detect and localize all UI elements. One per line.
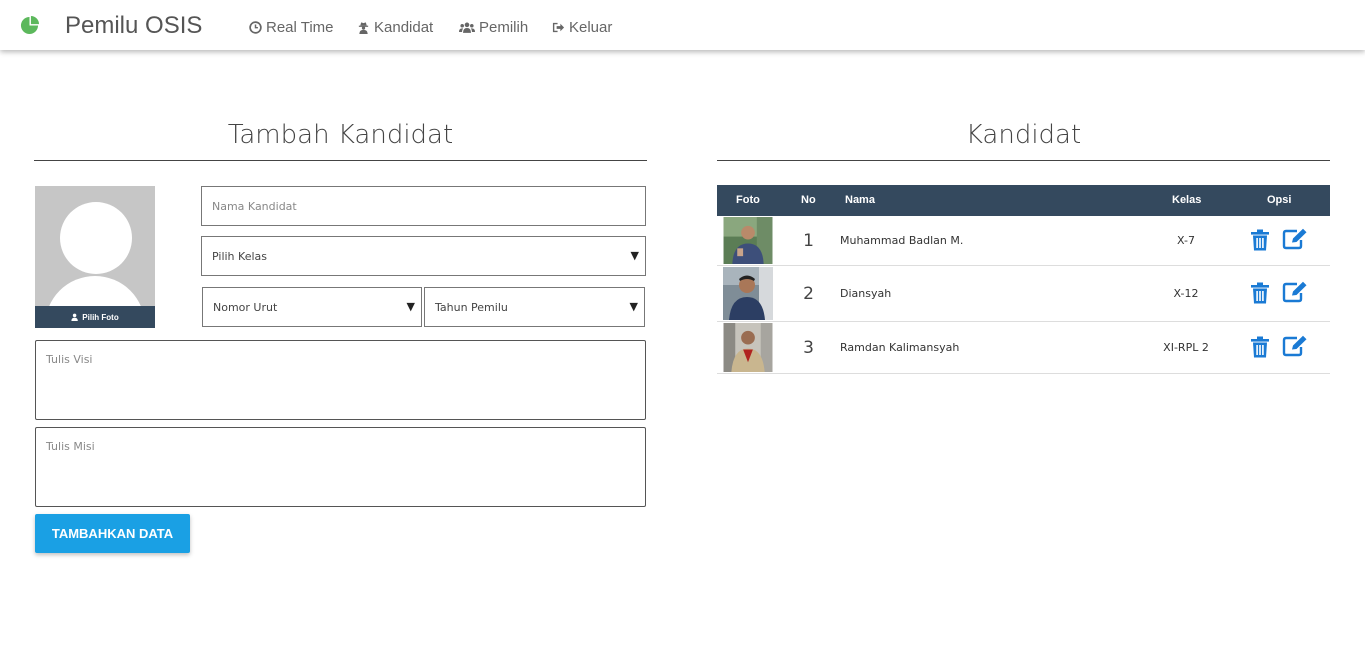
nav-keluar[interactable]: Keluar — [552, 19, 612, 36]
row-number: 2 — [803, 284, 814, 304]
sign-out-icon — [552, 22, 565, 33]
vision-placeholder: Tulis Visi — [46, 353, 93, 366]
form-title: Tambah Kandidat — [227, 120, 454, 150]
nav-pemilih[interactable]: Pemilih — [459, 19, 528, 36]
edit-icon[interactable] — [1282, 281, 1308, 303]
nav-keluar-label: Keluar — [569, 19, 613, 36]
class-select[interactable]: Pilih Kelas ▼ — [201, 236, 646, 276]
table-title-divider — [717, 160, 1330, 161]
table-row: 1 Muhammad Badlan M. X-7 — [717, 216, 1330, 266]
row-name: Diansyah — [840, 287, 892, 300]
user-plus-icon — [71, 313, 79, 321]
row-name: Ramdan Kalimansyah — [840, 341, 960, 354]
edit-icon[interactable] — [1282, 335, 1308, 357]
choose-photo-button[interactable]: Pilih Foto — [35, 306, 155, 328]
trash-icon[interactable] — [1249, 336, 1271, 358]
table-title: Kandidat — [965, 120, 1082, 150]
row-class: XI-RPL 2 — [1163, 341, 1209, 354]
election-year-value: Tahun Pemilu — [435, 300, 508, 314]
avatar-head — [60, 202, 132, 274]
candidate-name-input[interactable] — [212, 199, 645, 213]
row-name: Muhammad Badlan M. — [840, 234, 964, 247]
pie-chart-icon — [20, 16, 39, 35]
col-foto: Foto — [736, 194, 760, 206]
col-no: No — [801, 194, 816, 206]
choose-photo-label: Pilih Foto — [82, 312, 119, 322]
order-number-select[interactable]: Nomor Urut ▼ — [202, 287, 422, 327]
candidate-photo-placeholder: Pilih Foto — [35, 186, 155, 328]
trash-icon[interactable] — [1249, 282, 1271, 304]
order-number-value: Nomor Urut — [213, 300, 278, 314]
nav-real-time-label: Real Time — [266, 19, 334, 36]
users-icon — [459, 22, 475, 33]
candidate-photo — [723, 217, 773, 264]
vision-textarea[interactable]: Tulis Visi — [35, 340, 646, 420]
caret-down-icon: ▼ — [406, 299, 415, 313]
navbar: Pemilu OSIS Real Time Kandidat Pemilih K… — [0, 0, 1365, 50]
table-row: 2 Diansyah X-12 — [717, 266, 1330, 322]
election-year-select[interactable]: Tahun Pemilu ▼ — [424, 287, 645, 327]
nav-kandidat-label: Kandidat — [374, 19, 434, 36]
edit-icon[interactable] — [1282, 228, 1308, 250]
class-select-value: Pilih Kelas — [212, 249, 267, 263]
table-row: 3 Ramdan Kalimansyah XI-RPL 2 — [717, 322, 1330, 374]
col-nama: Nama — [845, 194, 875, 206]
col-opsi: Opsi — [1267, 194, 1292, 206]
row-number: 3 — [803, 338, 814, 358]
nav-kandidat[interactable]: Kandidat — [357, 19, 433, 36]
mission-textarea[interactable]: Tulis Misi — [35, 427, 646, 507]
row-number: 1 — [803, 231, 814, 251]
row-class: X-7 — [1177, 234, 1195, 247]
candidate-photo — [723, 267, 773, 320]
col-kelas: Kelas — [1172, 194, 1202, 206]
add-data-button[interactable]: TAMBAHKAN DATA — [35, 514, 190, 553]
brand-title[interactable]: Pemilu OSIS — [65, 12, 202, 40]
clock-icon — [249, 21, 262, 34]
row-class: X-12 — [1173, 287, 1199, 300]
user-secret-icon — [358, 22, 369, 34]
candidate-name-field[interactable] — [201, 186, 646, 226]
form-title-divider — [34, 160, 647, 161]
nav-real-time[interactable]: Real Time — [249, 19, 334, 36]
table-header: Foto No Nama Kelas Opsi — [717, 185, 1330, 216]
caret-down-icon: ▼ — [630, 248, 639, 262]
nav-pemilih-label: Pemilih — [479, 19, 529, 36]
candidate-photo — [723, 323, 773, 372]
caret-down-icon: ▼ — [629, 299, 638, 313]
mission-placeholder: Tulis Misi — [46, 440, 95, 453]
trash-icon[interactable] — [1249, 229, 1271, 251]
